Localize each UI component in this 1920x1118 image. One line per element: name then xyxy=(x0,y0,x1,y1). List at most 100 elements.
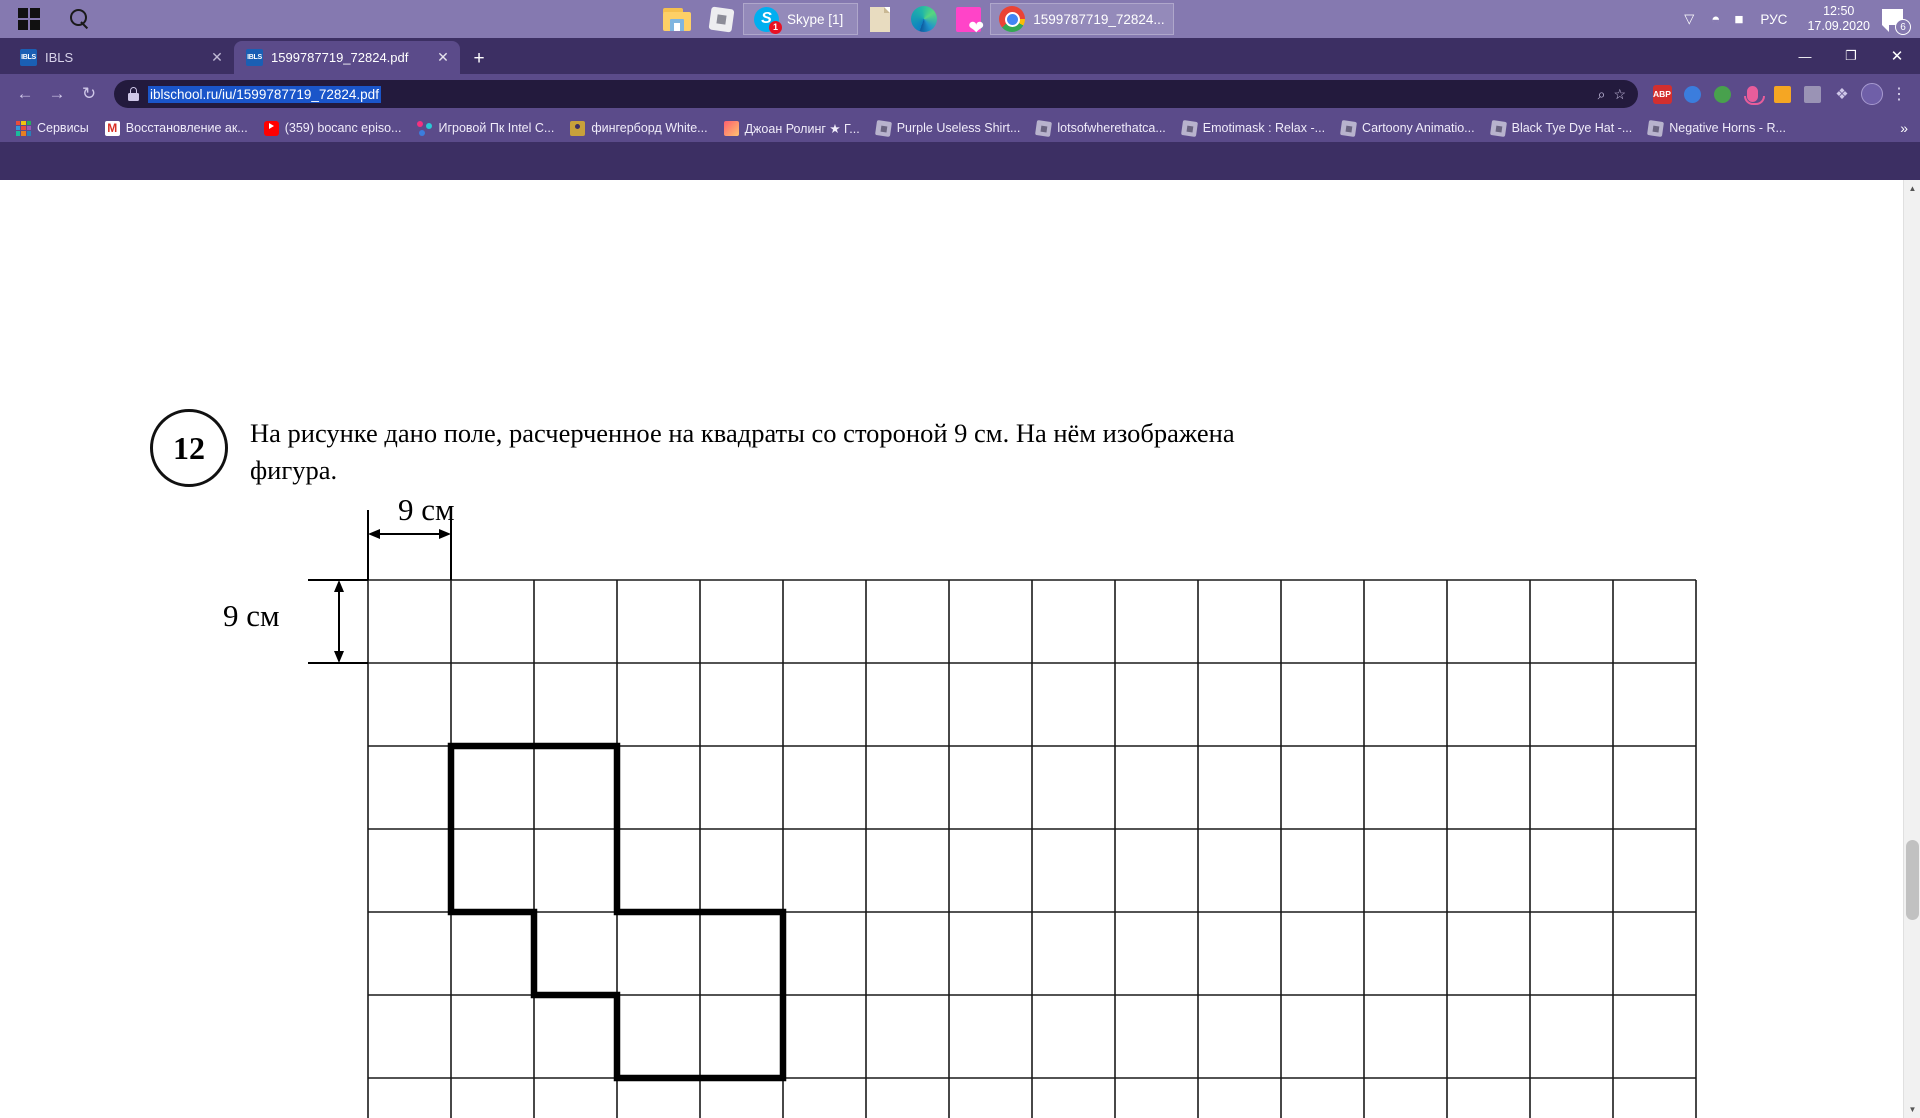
bookmark-item-cartoony[interactable]: Cartoony Animatio... xyxy=(1333,116,1483,140)
edge-icon xyxy=(911,6,938,32)
gmail-icon xyxy=(104,120,120,136)
bookmark-star-icon[interactable]: ☆ xyxy=(1613,86,1626,103)
address-bar-text[interactable]: iblschool.ru/iu/1599787719_72824.pdf xyxy=(148,85,381,103)
youtube-icon xyxy=(263,120,279,136)
adblock-plus-icon[interactable]: ABP xyxy=(1649,81,1675,107)
taskbar-roblox-button[interactable] xyxy=(699,0,743,38)
folder-icon xyxy=(663,7,691,31)
document-icon xyxy=(870,6,891,32)
clock-time: 12:50 xyxy=(1823,4,1855,18)
vertical-dimension-label: 9 см xyxy=(223,598,280,633)
close-window-button[interactable]: ✕ xyxy=(1874,38,1920,74)
reload-button[interactable]: ↻ xyxy=(74,79,104,109)
roblox-icon xyxy=(874,119,892,137)
extension-orange-icon[interactable] xyxy=(1769,81,1795,107)
chrome-menu-button[interactable]: ⋮ xyxy=(1888,84,1910,104)
profile-avatar[interactable] xyxy=(1859,81,1885,107)
tab-strip: IBLS IBLS ✕ IBLS 1599787719_72824.pdf ✕ … xyxy=(0,38,1920,74)
skype-badge: 1 xyxy=(769,20,782,34)
taskbar-left-group xyxy=(0,0,102,38)
new-tab-button[interactable]: + xyxy=(464,44,494,74)
zoom-icon[interactable]: ⌕ xyxy=(1598,86,1606,103)
back-button[interactable]: ← xyxy=(10,79,40,109)
problem-block: 12 На рисунке дано поле, расчерченное на… xyxy=(150,409,1650,488)
start-button-icon[interactable] xyxy=(18,8,40,30)
scrollbar-up-arrow[interactable]: ▲ xyxy=(1904,180,1920,197)
tab-close-icon[interactable]: ✕ xyxy=(208,49,226,67)
bookmark-item-lotsof[interactable]: lotsofwherethatca... xyxy=(1028,116,1173,140)
address-bar[interactable]: iblschool.ru/iu/1599787719_72824.pdf ⌕ ☆ xyxy=(114,80,1638,108)
vertical-scrollbar[interactable]: ▲ ▼ xyxy=(1903,180,1920,1118)
search-icon[interactable] xyxy=(66,6,92,32)
taskbar-chrome-task[interactable]: 1599787719_72824... xyxy=(990,3,1174,35)
extension-gray-icon[interactable] xyxy=(1799,81,1825,107)
tray-chevron-up-icon[interactable]: ▽ xyxy=(1684,11,1694,27)
chrome-browser-window: IBLS IBLS ✕ IBLS 1599787719_72824.pdf ✕ … xyxy=(0,38,1920,1118)
bookmarks-overflow-button[interactable]: » xyxy=(1900,120,1920,136)
extensions-puzzle-icon[interactable]: ❖ xyxy=(1829,81,1855,107)
forward-button[interactable]: → xyxy=(42,79,72,109)
skype-icon: S 1 xyxy=(754,6,782,34)
bookmark-item-blacktyedye[interactable]: Black Tye Dye Hat -... xyxy=(1483,116,1641,140)
bookmarks-bar: Сервисы Восстановление ак... (359) bocan… xyxy=(0,114,1920,142)
bookmark-label: Emotimask : Relax -... xyxy=(1202,121,1326,135)
roblox-icon xyxy=(708,6,734,32)
language-indicator[interactable]: РУС xyxy=(1760,12,1787,27)
roblox-icon xyxy=(1647,119,1665,137)
wifi-icon[interactable]: ◓ xyxy=(1711,11,1720,28)
maximize-button[interactable]: ❐ xyxy=(1828,38,1874,74)
bookmark-item-fingerboard[interactable]: фингерборд White... xyxy=(562,116,715,140)
extension-green-icon[interactable] xyxy=(1709,81,1735,107)
horizontal-dimension-label: 9 см xyxy=(398,492,455,527)
bookmark-item-emotimask[interactable]: Emotimask : Relax -... xyxy=(1174,116,1333,140)
lock-icon xyxy=(126,87,140,101)
bookmark-item-services[interactable]: Сервисы xyxy=(8,116,97,140)
taskbar-clock[interactable]: 12:50 17.09.2020 xyxy=(1807,4,1870,34)
bookmark-label: фингерборд White... xyxy=(591,121,708,135)
taskbar-skype-task[interactable]: S 1 Skype [1] xyxy=(743,3,859,35)
bookmark-label: Сервисы xyxy=(37,121,89,135)
tab-ibls[interactable]: IBLS IBLS ✕ xyxy=(8,41,234,74)
bookmark-item-rowling[interactable]: Джоан Ролинг ★ Г... xyxy=(716,116,868,140)
bookmark-item-youtube[interactable]: (359) bocanc episo... xyxy=(256,116,410,140)
scrollbar-thumb[interactable] xyxy=(1906,840,1919,920)
browser-toolbar: ← → ↻ iblschool.ru/iu/1599787719_72824.p… xyxy=(0,74,1920,114)
taskbar-edge-button[interactable] xyxy=(902,0,946,38)
windows-taskbar: S 1 Skype [1] ❤ 1599787719_72824... ▽ ◓ … xyxy=(0,0,1920,38)
battery-icon[interactable]: ■ xyxy=(1734,11,1743,28)
tab-favicon-icon: IBLS xyxy=(246,49,263,66)
minimize-button[interactable]: — xyxy=(1782,38,1828,74)
system-tray: ▽ ◓ ■ РУС 12:50 17.09.2020 6 xyxy=(1674,0,1916,38)
bookmark-item-purple-shirt[interactable]: Purple Useless Shirt... xyxy=(868,116,1029,140)
bookmark-label: lotsofwherethatca... xyxy=(1057,121,1166,135)
figure-grid-diagram: 9 см 9 см xyxy=(40,492,1878,1118)
taskbar-pink-app-button[interactable]: ❤ xyxy=(946,0,990,38)
roblox-icon xyxy=(1035,119,1053,137)
notifications-button[interactable]: 6 xyxy=(1880,4,1911,35)
microphone-icon[interactable] xyxy=(1739,81,1765,107)
dots-icon xyxy=(417,120,433,136)
taskbar-document-button[interactable] xyxy=(858,0,902,38)
tab-favicon-icon: IBLS xyxy=(20,49,37,66)
grid-lines xyxy=(367,579,1697,1118)
extension-blue-icon[interactable] xyxy=(1679,81,1705,107)
bookmark-item-negativehorns[interactable]: Negative Horns - R... xyxy=(1640,116,1794,140)
problem-line-1: На рисунке дано поле, расчерченное на кв… xyxy=(250,418,1235,448)
taskbar-chrome-label: 1599787719_72824... xyxy=(1033,11,1165,27)
bookmark-item-pc[interactable]: Игровой Пк Intel C... xyxy=(409,116,562,140)
problem-statement: На рисунке дано поле, расчерченное на кв… xyxy=(250,415,1650,488)
tab-pdf-active[interactable]: IBLS 1599787719_72824.pdf ✕ xyxy=(234,41,460,74)
tab-title: IBLS xyxy=(45,50,74,65)
roblox-icon xyxy=(1180,119,1198,137)
bookmark-item-gmail[interactable]: Восстановление ак... xyxy=(97,116,256,140)
tab-close-icon[interactable]: ✕ xyxy=(434,49,452,67)
problem-number-badge: 12 xyxy=(150,409,228,487)
roblox-icon xyxy=(1340,119,1358,137)
apps-grid-icon xyxy=(16,120,31,136)
bookmark-label: (359) bocanc episo... xyxy=(284,121,402,135)
gold-icon xyxy=(570,120,586,136)
scrollbar-down-arrow[interactable]: ▼ xyxy=(1904,1101,1920,1118)
omnibox-actions: ⌕ ☆ xyxy=(1598,86,1630,103)
vertical-dimension xyxy=(308,579,368,664)
taskbar-file-explorer-button[interactable] xyxy=(655,0,699,38)
